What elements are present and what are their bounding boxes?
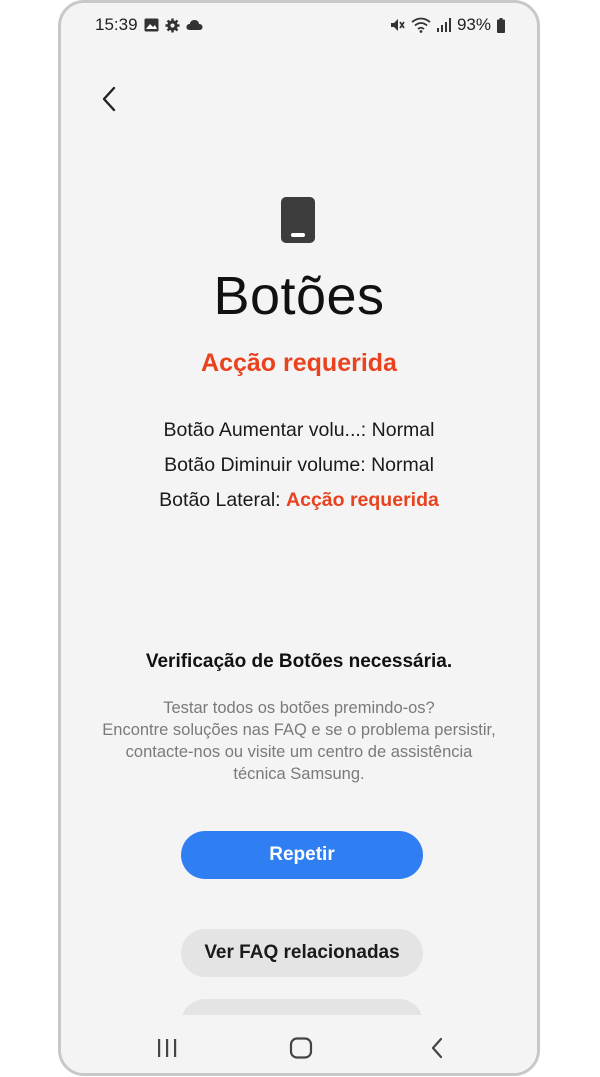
result-label: Botão Diminuir volume: <box>164 454 372 476</box>
result-value: Normal <box>371 454 434 476</box>
chevron-left-icon <box>101 86 117 117</box>
verification-description: Testar todos os botões premindo-os? Enco… <box>85 697 513 785</box>
description-line: técnica Samsung. <box>233 765 365 783</box>
description-line: Testar todos os botões premindo-os? <box>163 699 435 717</box>
result-value-action: Acção requerida <box>286 489 439 511</box>
description-line: contacte-nos ou visite um centro de assi… <box>125 743 473 761</box>
back-button[interactable] <box>91 83 127 119</box>
result-value: Normal <box>371 419 435 441</box>
status-time: 15:39 <box>95 15 138 34</box>
recent-apps-icon <box>156 1038 178 1063</box>
navigation-bar <box>61 1015 537 1073</box>
wifi-icon <box>411 17 431 33</box>
phone-device-icon <box>281 197 315 243</box>
signal-icon <box>436 18 451 32</box>
phone-screen: 15:39 93% Botões Acção requerida Botão A… <box>58 0 540 1076</box>
result-row-volume-down: Botão Diminuir volume: Normal <box>61 450 537 485</box>
result-label: Botão Aumentar volu...: <box>163 419 372 441</box>
status-bar: 15:39 93% <box>61 9 537 39</box>
battery-icon <box>497 17 505 33</box>
result-row-side-button: Botão Lateral: Acção requerida <box>61 485 537 520</box>
mute-icon <box>389 17 405 33</box>
home-icon <box>289 1036 313 1064</box>
result-row-volume-up: Botão Aumentar volu...: Normal <box>61 415 537 450</box>
status-bar-right: 93% <box>389 15 505 35</box>
results-list: Botão Aumentar volu...: Normal Botão Dim… <box>61 415 537 520</box>
gear-icon <box>165 17 180 33</box>
home-button[interactable] <box>281 1035 321 1065</box>
battery-percent: 93% <box>456 15 491 34</box>
back-icon <box>430 1037 444 1064</box>
view-faq-button[interactable]: Ver FAQ relacionadas <box>181 929 423 977</box>
cloud-icon <box>185 19 203 31</box>
page-title: Botões <box>213 266 385 326</box>
nav-back-button[interactable] <box>417 1035 457 1065</box>
result-label: Botão Lateral: <box>159 489 287 511</box>
gallery-icon <box>144 18 159 32</box>
status-heading: Acção requerida <box>201 349 397 377</box>
description-line: Encontre soluções nas FAQ e se o problem… <box>102 721 496 739</box>
retry-button[interactable]: Repetir <box>181 831 423 879</box>
status-bar-left: 15:39 <box>95 15 203 35</box>
verification-title: Verificação de Botões necessária. <box>145 651 453 672</box>
recent-apps-button[interactable] <box>147 1035 187 1065</box>
